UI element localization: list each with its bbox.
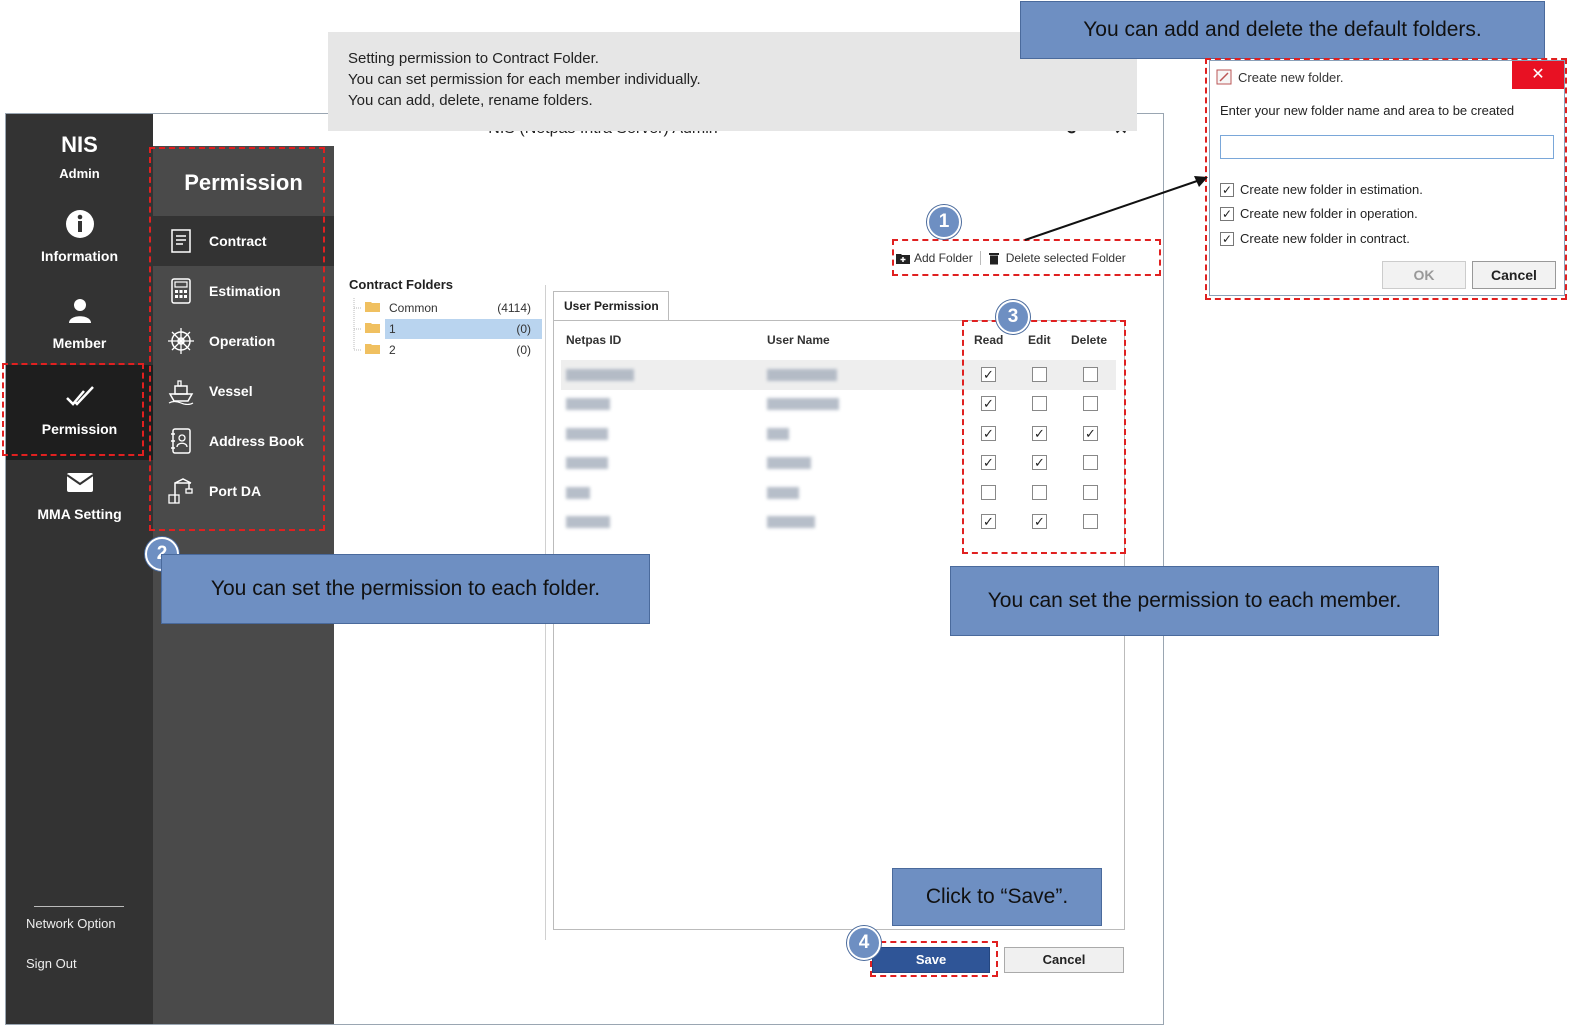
callout-save: Click to “Save”. — [892, 868, 1102, 926]
callout-folder-permission: You can set the permission to each folde… — [161, 554, 650, 624]
dialog-ok-button[interactable]: OK — [1382, 261, 1466, 289]
folder-icon — [365, 302, 380, 312]
check-contract-label: Create new folder in contract. — [1240, 231, 1410, 246]
checkbox[interactable]: ✓ — [1220, 206, 1234, 221]
info-line-1: Setting permission to Contract Folder. — [348, 50, 599, 67]
info-panel: Setting permission to Contract Folder. Y… — [328, 32, 1137, 131]
nav-item-information[interactable]: Information — [6, 202, 153, 290]
check-operation-label: Create new folder in operation. — [1240, 206, 1418, 221]
folder-icon — [365, 344, 380, 354]
info-line-3: You can add, delete, rename folders. — [348, 92, 593, 109]
nav-label-information: Information — [41, 248, 118, 264]
callout-default-folders: You can add and delete the default folde… — [1020, 1, 1545, 59]
folder-name: Common — [389, 301, 438, 315]
folder-name-input[interactable] — [1220, 135, 1554, 159]
highlight-permission-columns — [962, 320, 1126, 554]
netpas-id-redacted — [566, 457, 608, 469]
dialog-close-button[interactable]: ✕ — [1512, 61, 1564, 89]
user-name-redacted — [767, 457, 811, 469]
col-netpas-id: Netpas ID — [566, 333, 622, 347]
user-name-redacted — [767, 428, 789, 440]
nav-divider — [34, 906, 124, 907]
folder-name: 1 — [389, 322, 396, 336]
check-estimation-label: Create new folder in estimation. — [1240, 182, 1423, 197]
checkbox[interactable]: ✓ — [1220, 182, 1234, 197]
info-line-2: You can set permission for each member i… — [348, 71, 701, 88]
user-name-redacted — [767, 398, 839, 410]
checkbox[interactable]: ✓ — [1220, 231, 1234, 246]
info-icon — [65, 210, 94, 238]
check-operation[interactable]: ✓ Create new folder in operation. — [1220, 206, 1418, 221]
brand: NIS Admin — [6, 132, 153, 181]
user-name-redacted — [767, 487, 799, 499]
netpas-id-redacted — [566, 516, 610, 528]
netpas-id-redacted — [566, 398, 610, 410]
cancel-button[interactable]: Cancel — [1004, 947, 1124, 973]
app-icon — [1216, 69, 1232, 85]
folder-item-1[interactable]: 1 (0) — [349, 319, 542, 339]
netpas-id-redacted — [566, 428, 608, 440]
main-nav: NIS Admin Information Member Permission … — [6, 114, 153, 1024]
dialog-cancel-button[interactable]: Cancel — [1472, 261, 1556, 289]
folder-count: (4114) — [497, 301, 531, 315]
network-option-link[interactable]: Network Option — [26, 916, 116, 931]
folder-name: 2 — [389, 343, 396, 357]
brand-subtitle: Admin — [59, 166, 100, 181]
tab-user-permission[interactable]: User Permission — [553, 291, 669, 321]
folder-item-2[interactable]: 2 (0) — [349, 340, 539, 360]
check-estimation[interactable]: ✓ Create new folder in estimation. — [1220, 182, 1423, 197]
user-name-redacted — [767, 369, 837, 381]
highlight-save — [870, 941, 998, 977]
nav-item-mma-setting[interactable]: MMA Setting — [6, 460, 153, 548]
nav-label-member: Member — [52, 335, 107, 351]
user-name-redacted — [767, 516, 815, 528]
dialog-title-bar: Create new folder. ✕ — [1210, 61, 1564, 91]
folder-count: (0) — [516, 322, 531, 336]
folder-icon — [365, 323, 380, 333]
check-contract[interactable]: ✓ Create new folder in contract. — [1220, 231, 1410, 246]
nav-label-mma-setting: MMA Setting — [37, 506, 122, 522]
step-badge-1: 1 — [927, 205, 961, 239]
folder-item-common[interactable]: Common (4114) — [349, 298, 539, 318]
highlight-submenu — [149, 147, 325, 531]
create-folder-dialog: Create new folder. ✕ Enter your new fold… — [1209, 60, 1565, 296]
netpas-id-redacted — [566, 487, 590, 499]
dialog-prompt: Enter your new folder name and area to b… — [1220, 103, 1515, 118]
brand-title: NIS — [61, 132, 98, 157]
callout-member-permission: You can set the permission to each membe… — [950, 566, 1439, 636]
mail-icon — [65, 473, 94, 492]
sign-out-link[interactable]: Sign Out — [26, 956, 77, 971]
highlight-permission-nav — [2, 363, 144, 456]
step-badge-4: 4 — [847, 926, 881, 960]
dialog-title: Create new folder. — [1238, 70, 1344, 85]
arrow-to-dialog — [1024, 176, 1208, 241]
netpas-id-redacted — [566, 369, 634, 381]
step-badge-3: 3 — [996, 300, 1030, 334]
person-icon — [68, 299, 91, 323]
col-user-name: User Name — [767, 333, 830, 347]
folder-count: (0) — [516, 343, 531, 357]
contract-folders-title: Contract Folders — [349, 277, 454, 292]
